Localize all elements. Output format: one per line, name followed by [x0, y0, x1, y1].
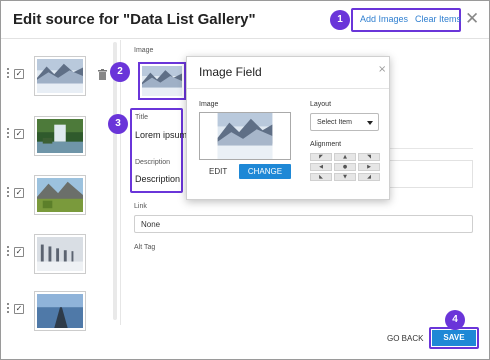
mountain-meadow-thumbnail[interactable] [34, 175, 86, 215]
item-checkbox[interactable]: ✓ [14, 129, 24, 139]
step-badge-4: 4 [445, 310, 465, 330]
modal-image-label: Image [199, 101, 219, 108]
list-item[interactable]: ✓ [6, 291, 106, 335]
mountain-meadow-icon [37, 178, 83, 212]
title-input[interactable]: Lorem ipsum [135, 130, 187, 140]
align-middle-left-icon[interactable]: ◀ [310, 163, 332, 171]
save-button[interactable]: SAVE [432, 330, 476, 346]
link-label: Link [134, 203, 147, 210]
drag-handle-icon[interactable] [6, 303, 10, 317]
description-textarea[interactable] [389, 160, 473, 188]
link-input[interactable]: None [134, 215, 473, 233]
modal-image-preview [199, 112, 291, 160]
step-badge-3: 3 [108, 114, 128, 134]
align-bottom-right-icon[interactable]: ◢ [358, 173, 380, 181]
item-checkbox[interactable]: ✓ [14, 188, 24, 198]
list-item[interactable]: ✓ [6, 56, 107, 100]
alignment-label: Alignment [310, 141, 342, 148]
list-item[interactable]: ✓ [6, 234, 106, 278]
step-badge-2: 2 [110, 62, 130, 82]
list-item[interactable]: ✓ [6, 116, 106, 160]
title-description-highlight: Title Lorem ipsum Description Descriptio… [130, 108, 187, 193]
image-field-modal: Image Field × Image EDIT CHANGE Layout S… [186, 56, 390, 200]
mountain-lake-icon [37, 59, 83, 93]
align-top-center-icon[interactable]: ▲ [334, 153, 356, 161]
align-bottom-center-icon[interactable]: ▼ [334, 173, 356, 181]
chevron-down-icon [367, 121, 373, 125]
description-label: Description [135, 159, 171, 166]
drag-handle-icon[interactable] [6, 68, 10, 82]
align-top-right-icon[interactable]: ◥ [358, 153, 380, 161]
step-badge-1: 1 [330, 10, 350, 30]
drag-handle-icon[interactable] [6, 187, 10, 201]
edit-button[interactable]: EDIT [209, 167, 227, 176]
mountain-lake-icon [142, 66, 182, 96]
column-divider [120, 40, 121, 325]
item-checkbox[interactable]: ✓ [14, 69, 24, 79]
layout-select-value: Select Item [317, 119, 353, 126]
selected-image-preview[interactable] [138, 62, 186, 100]
layout-select[interactable]: Select Item [310, 113, 379, 131]
title-label: Title [135, 114, 148, 121]
mountain-lake-icon [200, 113, 290, 159]
pier-thumbnail[interactable] [34, 291, 86, 331]
item-checkbox[interactable]: ✓ [14, 304, 24, 314]
clear-items-link[interactable]: Clear Items [415, 14, 461, 24]
waterfall-icon [37, 119, 83, 153]
list-item[interactable]: ✓ [6, 175, 106, 219]
waterfall-thumbnail[interactable] [34, 116, 86, 156]
dialog-title: Edit source for "Data List Gallery" [13, 11, 256, 28]
winter-trees-thumbnail[interactable] [34, 234, 86, 274]
change-button[interactable]: CHANGE [239, 164, 291, 179]
description-input[interactable]: Description [135, 174, 180, 184]
drag-handle-icon[interactable] [6, 246, 10, 260]
modal-header-divider [187, 88, 389, 89]
winter-trees-icon [37, 237, 83, 271]
pier-icon [37, 294, 83, 328]
align-center-icon[interactable]: ● [334, 163, 356, 171]
title-field-underline [389, 148, 473, 149]
header-divider [0, 38, 490, 39]
alignment-grid: ◤ ▲ ◥ ◀ ● ▶ ◣ ▼ ◢ [310, 153, 380, 183]
dialog-close-icon[interactable]: ✕ [465, 9, 479, 29]
modal-close-icon[interactable]: × [378, 64, 386, 75]
thumbnail-scrollbar[interactable] [113, 42, 117, 320]
add-images-link[interactable]: Add Images [360, 14, 408, 24]
align-middle-right-icon[interactable]: ▶ [358, 163, 380, 171]
item-checkbox[interactable]: ✓ [14, 247, 24, 257]
edit-source-dialog: Edit source for "Data List Gallery" Add … [0, 0, 490, 360]
alt-tag-label: Alt Tag [134, 244, 156, 251]
modal-title: Image Field [199, 65, 262, 79]
drag-handle-icon[interactable] [6, 128, 10, 142]
go-back-button[interactable]: GO BACK [387, 334, 423, 343]
align-bottom-left-icon[interactable]: ◣ [310, 173, 332, 181]
mountain-lake-thumbnail[interactable] [34, 56, 86, 96]
trash-icon[interactable] [98, 69, 107, 80]
image-label: Image [134, 47, 154, 54]
align-top-left-icon[interactable]: ◤ [310, 153, 332, 161]
layout-label: Layout [310, 101, 332, 108]
